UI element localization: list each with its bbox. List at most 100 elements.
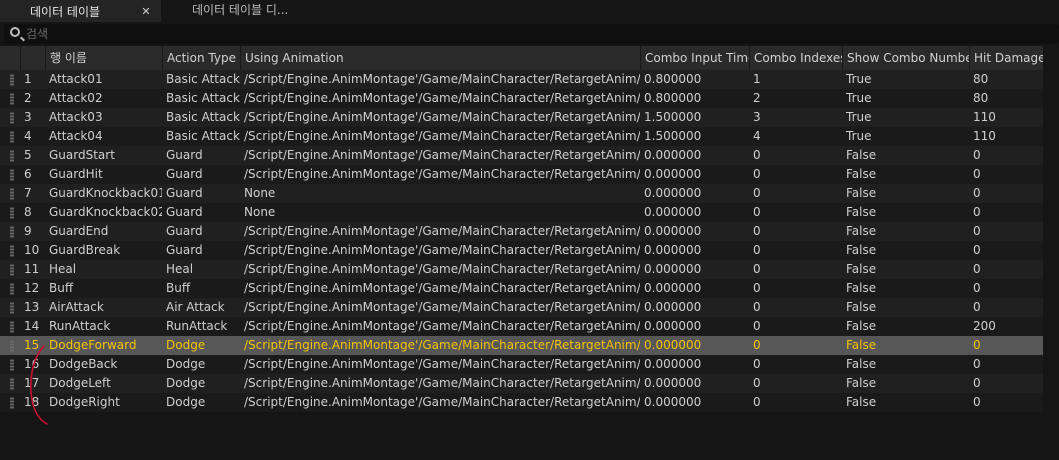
table-row[interactable]: 18 DodgeRight Dodge/Script/Engine.AnimMont…: [0, 393, 1043, 412]
cell-anim: None: [244, 186, 276, 200]
column-header-show-combo[interactable]: Show Combo Number: [842, 46, 969, 70]
cell-combo-idx: 0: [753, 148, 761, 162]
column-header-row-name[interactable]: 행 이름: [45, 46, 162, 70]
table-row[interactable]: 3 Attack03 Basic Attack/Script/Engine.Anim…: [0, 108, 1043, 127]
column-header-action-type[interactable]: Action Type: [162, 46, 240, 70]
drag-handle-icon[interactable]: [10, 188, 14, 200]
cell-action-type: Dodge: [166, 357, 206, 371]
cell-combo-time: 0.000000: [644, 357, 702, 371]
drag-handle-icon[interactable]: [10, 207, 14, 219]
table-row[interactable]: 11 Heal Heal/Script/Engine.AnimMontage'/Ga…: [0, 260, 1043, 279]
cell-num: 16: [24, 357, 40, 371]
table-row[interactable]: 12 Buff Buff/Script/Engine.AnimMontage'/Ga…: [0, 279, 1043, 298]
cell-action-type: Basic Attack: [166, 91, 240, 105]
cell-num: 9: [24, 224, 32, 238]
table-row[interactable]: 6 GuardHit Guard/Script/Engine.AnimMontage…: [0, 165, 1043, 184]
column-header-combo-idx[interactable]: Combo Indexes: [749, 46, 842, 70]
drag-handle-icon[interactable]: [10, 150, 14, 162]
cell-show-combo: False: [846, 262, 877, 276]
drag-handle-icon[interactable]: [10, 264, 14, 276]
tab-data-table-details[interactable]: 데이터 테이블 디...: [192, 0, 332, 22]
drag-handle-icon[interactable]: [10, 321, 14, 333]
table-row[interactable]: 9 GuardEnd Guard/Script/Engine.AnimMontage…: [0, 222, 1043, 241]
column-header-num[interactable]: [20, 46, 45, 70]
drag-handle-icon[interactable]: [10, 378, 14, 390]
column-header-anim[interactable]: Using Animation: [240, 46, 640, 70]
cell-num: 8: [24, 205, 32, 219]
table-row[interactable]: 15 DodgeForward Dodge/Script/Engine.AnimMo…: [0, 336, 1043, 355]
column-header-combo-time[interactable]: Combo Input Time: [640, 46, 749, 70]
table-row[interactable]: 10 GuardBreak Guard/Script/Engine.AnimMont…: [0, 241, 1043, 260]
cell-combo-time: 0.000000: [644, 376, 702, 390]
cell-row-name: GuardBreak: [49, 243, 121, 257]
cell-row-name: Attack02: [49, 91, 103, 105]
cell-num: 15: [24, 338, 40, 352]
cell-row-name: DodgeRight: [49, 395, 120, 409]
table-row[interactable]: 17 DodgeLeft Dodge/Script/Engine.AnimMonta…: [0, 374, 1043, 393]
cell-show-combo: False: [846, 243, 877, 257]
cell-combo-time: 0.000000: [644, 281, 702, 295]
cell-row-name: AirAttack: [49, 300, 104, 314]
search-icon: [10, 27, 20, 37]
cell-show-combo: False: [846, 281, 877, 295]
table-row[interactable]: 7 GuardKnockback01 Guard None 0.000000 0 False…: [0, 184, 1043, 203]
cell-num: 3: [24, 110, 32, 124]
cell-combo-time: 0.000000: [644, 243, 702, 257]
drag-handle-icon[interactable]: [10, 112, 14, 124]
cell-action-type: Basic Attack: [166, 72, 240, 86]
drag-handle-icon[interactable]: [10, 397, 14, 409]
cell-action-type: Dodge: [166, 395, 206, 409]
cell-hit-damage: 0: [973, 357, 981, 371]
cell-combo-time: 0.000000: [644, 148, 702, 162]
cell-action-type: Buff: [166, 281, 191, 295]
cell-action-type: Guard: [166, 167, 203, 181]
cell-row-name: DodgeLeft: [49, 376, 111, 390]
cell-combo-time: 1.500000: [644, 129, 702, 143]
cell-num: 4: [24, 129, 32, 143]
table-body: 1 Attack01 Basic Attack/Script/Engine.Anim…: [0, 70, 1043, 412]
cell-combo-idx: 0: [753, 243, 761, 257]
drag-handle-icon[interactable]: [10, 283, 14, 295]
table-row[interactable]: 13 AirAttack Air Attack/Script/Engine.Anim…: [0, 298, 1043, 317]
column-header-hit-damage[interactable]: Hit Damage: [969, 46, 1043, 70]
drag-handle-icon[interactable]: [10, 302, 14, 314]
drag-handle-icon[interactable]: [10, 131, 14, 143]
search-input[interactable]: [26, 24, 626, 44]
table-row[interactable]: 4 Attack04 Basic Attack/Script/Engine.Anim…: [0, 127, 1043, 146]
cell-row-name: Buff: [49, 281, 74, 295]
table-row[interactable]: 8 GuardKnockback02 Guard None 0.000000 0 False…: [0, 203, 1043, 222]
table-row[interactable]: 5 GuardStart Guard/Script/Engine.AnimMonta…: [0, 146, 1043, 165]
cell-combo-idx: 0: [753, 224, 761, 238]
drag-handle-icon[interactable]: [10, 245, 14, 257]
cell-combo-idx: 0: [753, 281, 761, 295]
cell-show-combo: True: [846, 129, 872, 143]
cell-row-name: GuardStart: [49, 148, 115, 162]
table-row[interactable]: 14 RunAttack RunAttack/Script/Engine.AnimM…: [0, 317, 1043, 336]
close-icon[interactable]: ✕: [140, 2, 152, 22]
drag-handle-icon[interactable]: [10, 74, 14, 86]
table-row[interactable]: 1 Attack01 Basic Attack/Script/Engine.Anim…: [0, 70, 1043, 89]
cell-anim: /Script/Engine.AnimMontage'/Game/MainCha…: [244, 91, 640, 105]
table-row[interactable]: 2 Attack02 Basic Attack/Script/Engine.Anim…: [0, 89, 1043, 108]
drag-handle-icon[interactable]: [10, 169, 14, 181]
cell-anim: /Script/Engine.AnimMontage'/Game/MainCha…: [244, 357, 640, 371]
cell-combo-time: 0.000000: [644, 300, 702, 314]
drag-handle-icon[interactable]: [10, 93, 14, 105]
cell-num: 12: [24, 281, 40, 295]
cell-anim: /Script/Engine.AnimMontage'/Game/MainCha…: [244, 395, 640, 409]
drag-handle-icon[interactable]: [10, 340, 14, 352]
cell-anim: /Script/Engine.AnimMontage'/Game/MainCha…: [244, 129, 640, 143]
cell-row-name: DodgeForward: [49, 338, 137, 352]
table-row[interactable]: 16 DodgeBack Dodge/Script/Engine.AnimMonta…: [0, 355, 1043, 374]
cell-anim: /Script/Engine.AnimMontage'/Game/MainCha…: [244, 376, 640, 390]
cell-action-type: Guard: [166, 186, 203, 200]
cell-num: 10: [24, 243, 40, 257]
cell-row-name: Heal: [49, 262, 77, 276]
drag-handle-icon[interactable]: [10, 359, 14, 371]
tab-data-table[interactable]: 데이터 테이블 ✕: [0, 0, 161, 22]
cell-action-type: Guard: [166, 148, 203, 162]
cell-row-name: Attack01: [49, 72, 103, 86]
drag-handle-icon[interactable]: [10, 226, 14, 238]
cell-combo-time: 0.000000: [644, 338, 702, 352]
vertical-scrollbar[interactable]: [1045, 46, 1059, 460]
